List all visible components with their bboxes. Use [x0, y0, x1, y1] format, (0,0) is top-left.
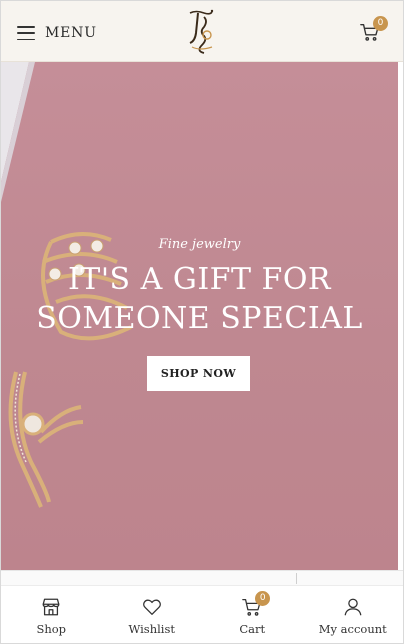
brand-logo[interactable] [182, 7, 220, 57]
user-icon [344, 598, 362, 616]
bottom-navigation: Shop Wishlist 0 Cart My account [1, 585, 403, 643]
nav-label-cart: Cart [239, 622, 266, 636]
menu-button[interactable]: MENU [17, 21, 97, 45]
nav-label-shop: Shop [36, 622, 67, 636]
cart-count-badge: 0 [373, 16, 388, 31]
nav-item-wishlist[interactable]: Wishlist [102, 586, 203, 643]
hero-title: IT'S A GIFT FOR SOMEONE SPECIAL [1, 260, 398, 338]
nav-label-my-account: My account [318, 622, 387, 636]
hamburger-icon [17, 26, 35, 40]
store-icon [42, 598, 60, 616]
nav-item-shop[interactable]: Shop [1, 586, 102, 643]
nav-item-cart[interactable]: 0 Cart [202, 586, 303, 643]
content-strip [1, 570, 403, 585]
hero-banner: Fine jewelry IT'S A GIFT FOR SOMEONE SPE… [1, 62, 398, 570]
heart-icon [142, 599, 161, 615]
cart-icon-wrapper: 0 [241, 591, 271, 618]
header-cart-button[interactable]: 0 [359, 16, 388, 45]
menu-label: MENU [45, 25, 97, 41]
nav-cart-badge: 0 [255, 591, 271, 606]
shop-now-button[interactable]: SHOP NOW [147, 356, 250, 391]
pearl-bangle-image [8, 371, 84, 508]
hero-subtitle: Fine jewelry [158, 237, 241, 252]
nav-label-wishlist: Wishlist [128, 622, 175, 636]
nav-item-my-account[interactable]: My account [303, 586, 404, 643]
hero-title-line-1: IT'S A GIFT FOR [67, 262, 332, 297]
hero-title-line-2: SOMEONE SPECIAL [36, 301, 363, 336]
site-header: MENU 0 [1, 1, 403, 62]
strip-divider [296, 573, 297, 584]
